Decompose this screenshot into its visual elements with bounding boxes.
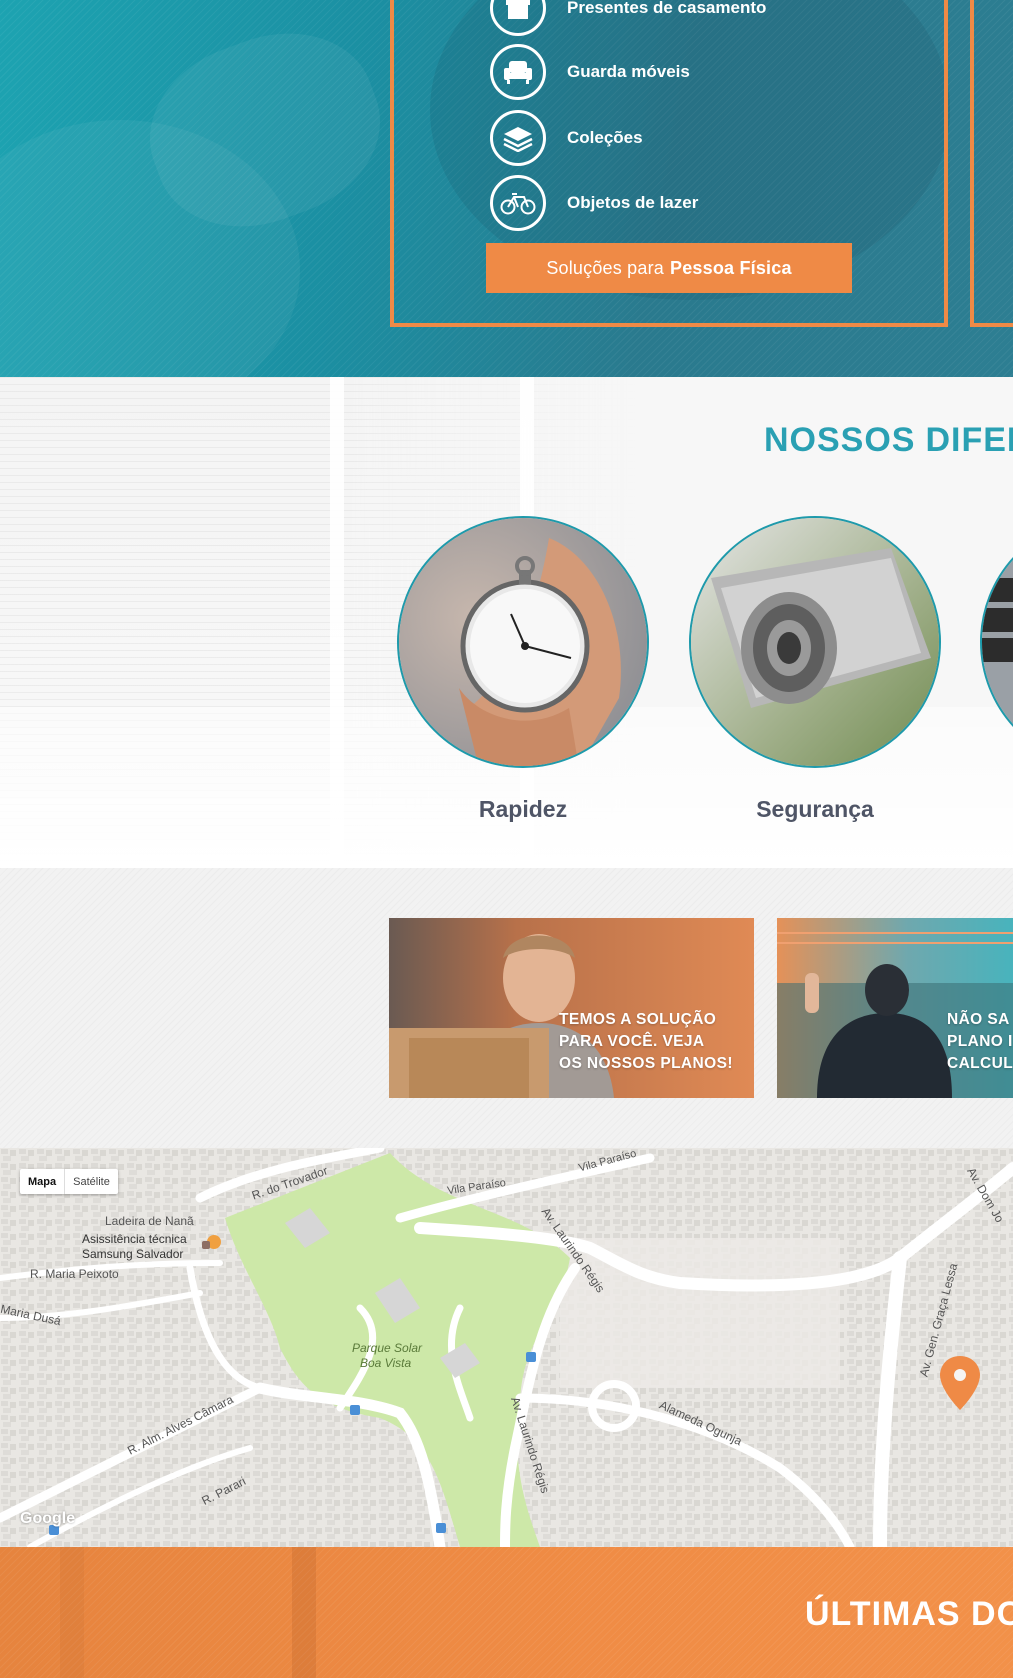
hero-section: Presentes de casamento Guarda móveis Col… — [0, 0, 1013, 377]
feature-item: Presentes de casamento — [490, 0, 766, 36]
map-view-button[interactable]: Mapa — [20, 1169, 66, 1194]
title-bold: DIFER — [925, 421, 1013, 459]
security-camera-photo — [689, 516, 941, 768]
pessoa-fisica-panel: Presentes de casamento Guarda móveis Col… — [390, 0, 948, 327]
differentials-title: NOSSOSDIFER — [764, 421, 1013, 460]
gift-box-icon — [490, 0, 546, 36]
feature-label: Guarda móveis — [567, 62, 690, 81]
news-title: ÚLTIMAS DO — [805, 1595, 1013, 1633]
button-prefix: Soluções para — [546, 257, 664, 278]
differential-card[interactable]: Segurança — [689, 516, 941, 823]
map-type-control: Mapa Satélite — [20, 1169, 118, 1194]
stopwatch-photo — [397, 516, 649, 768]
pessoa-juridica-panel — [970, 0, 1013, 327]
calculator-banner[interactable]: NÃO SA PLANO I CALCUL — [777, 918, 1013, 1098]
differential-label: Segurança — [756, 796, 874, 822]
armchair-icon — [490, 44, 546, 100]
differentials-section: NOSSOSDIFER Rapidez — [0, 377, 1013, 868]
calculator-banner-text: NÃO SA PLANO I CALCUL — [947, 1011, 1013, 1072]
differential-label: Rapidez — [478, 796, 568, 822]
pessoa-fisica-button[interactable]: Soluções para Pessoa Física — [486, 243, 852, 293]
background-post — [292, 1547, 316, 1678]
keyboard-photo — [980, 516, 1013, 768]
google-logo: Google — [20, 1510, 76, 1527]
differential-card[interactable] — [980, 516, 1013, 768]
street-label: R. Maria Peixoto — [30, 1267, 119, 1281]
satellite-view-button[interactable]: Satélite — [65, 1169, 118, 1194]
feature-label: Coleções — [567, 128, 643, 147]
location-map[interactable]: Mapa Satélite R. do Trovador Vila Paraís… — [0, 1148, 1013, 1547]
street-label: Ladeira de Nanã — [105, 1214, 194, 1228]
feature-label: Presentes de casamento — [567, 0, 767, 17]
stacked-layers-icon — [490, 110, 546, 166]
place-label: Asissitência técnica — [82, 1232, 187, 1246]
park-label: Boa Vista — [360, 1356, 412, 1370]
map-canvas[interactable] — [0, 1148, 1013, 1547]
button-strong: Pessoa Física — [670, 257, 792, 278]
place-label: Samsung Salvador — [82, 1247, 184, 1261]
bicycle-icon — [490, 175, 546, 231]
title-light: NOSSOS — [764, 421, 916, 459]
plans-banner-text: TEMOS A SOLUÇÃO PARA VOCÊ. VEJA OS NOSSO… — [559, 1011, 733, 1072]
feature-item: Objetos de lazer — [490, 175, 698, 231]
park-label: Parque Solar — [352, 1341, 423, 1355]
promo-section: TEMOS A SOLUÇÃO PARA VOCÊ. VEJA OS NOSSO… — [0, 868, 1013, 1148]
differential-card[interactable]: Rapidez — [397, 516, 649, 823]
feature-item: Coleções — [490, 110, 643, 166]
background-post — [60, 1547, 84, 1678]
news-section: ÚLTIMAS DO — [0, 1547, 1013, 1678]
plans-banner[interactable]: TEMOS A SOLUÇÃO PARA VOCÊ. VEJA OS NOSSO… — [389, 918, 754, 1098]
feature-label: Objetos de lazer — [567, 193, 699, 212]
feature-item: Guarda móveis — [490, 44, 690, 100]
